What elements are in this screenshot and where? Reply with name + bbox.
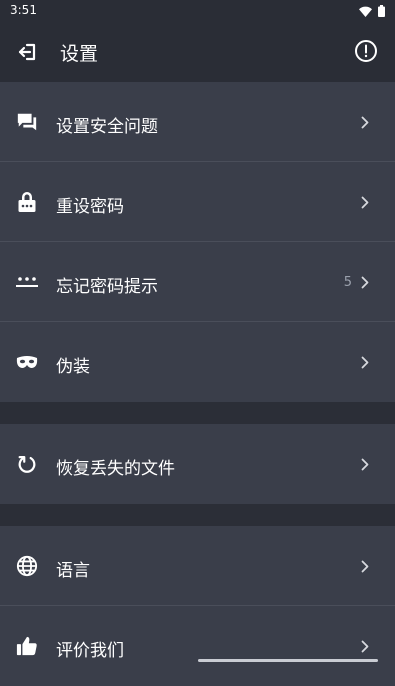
chevron-right-icon [359,275,371,289]
lock-icon [15,190,39,214]
info-button[interactable] [353,38,379,64]
status-bar: 3:51 [0,0,395,22]
settings-item-label: 评价我们 [56,641,124,661]
chevron-right-icon [359,559,371,573]
home-indicator[interactable] [198,659,378,662]
settings-item-label: 恢复丢失的文件 [56,459,175,479]
chevron-right-icon [359,115,371,129]
settings-item-rate-us[interactable]: 评价我们 [0,606,395,686]
settings-item-language[interactable]: 语言 [0,526,395,606]
password-dots-icon [15,270,39,294]
mask-icon [15,350,39,374]
exit-arrow-icon [18,43,36,61]
back-button[interactable] [14,38,42,66]
settings-item-label: 设置安全问题 [56,117,158,137]
page-title: 设置 [60,43,99,65]
chevron-right-icon [359,639,371,653]
settings-list: 设置安全问题 重设密码 忘记密码提示 5 伪装 恢复丢失的文件 语言 评价我们 [0,82,395,686]
count-badge: 5 [343,275,352,290]
chevron-right-icon [359,195,371,209]
settings-item-label: 重设密码 [56,197,124,217]
settings-item-label: 伪装 [56,357,90,377]
status-time: 3:51 [10,3,37,17]
battery-icon [378,5,385,17]
settings-item-label: 忘记密码提示 [56,277,158,297]
settings-item-label: 语言 [56,561,90,581]
settings-item-password-hint[interactable]: 忘记密码提示 5 [0,242,395,322]
settings-item-restore-files[interactable]: 恢复丢失的文件 [0,424,395,504]
alert-circle-icon [355,40,377,62]
settings-item-reset-password[interactable]: 重设密码 [0,162,395,242]
app-bar: 设置 [0,22,395,82]
chat-bubbles-icon [15,110,39,134]
thumbs-up-icon [15,634,39,658]
chevron-right-icon [359,457,371,471]
restore-icon [15,452,39,476]
status-icons [359,4,385,18]
globe-icon [15,554,39,578]
chevron-right-icon [359,355,371,369]
section-gap [0,504,395,526]
section-gap [0,402,395,424]
wifi-icon [359,6,372,17]
settings-item-disguise[interactable]: 伪装 [0,322,395,402]
settings-item-security-question[interactable]: 设置安全问题 [0,82,395,162]
